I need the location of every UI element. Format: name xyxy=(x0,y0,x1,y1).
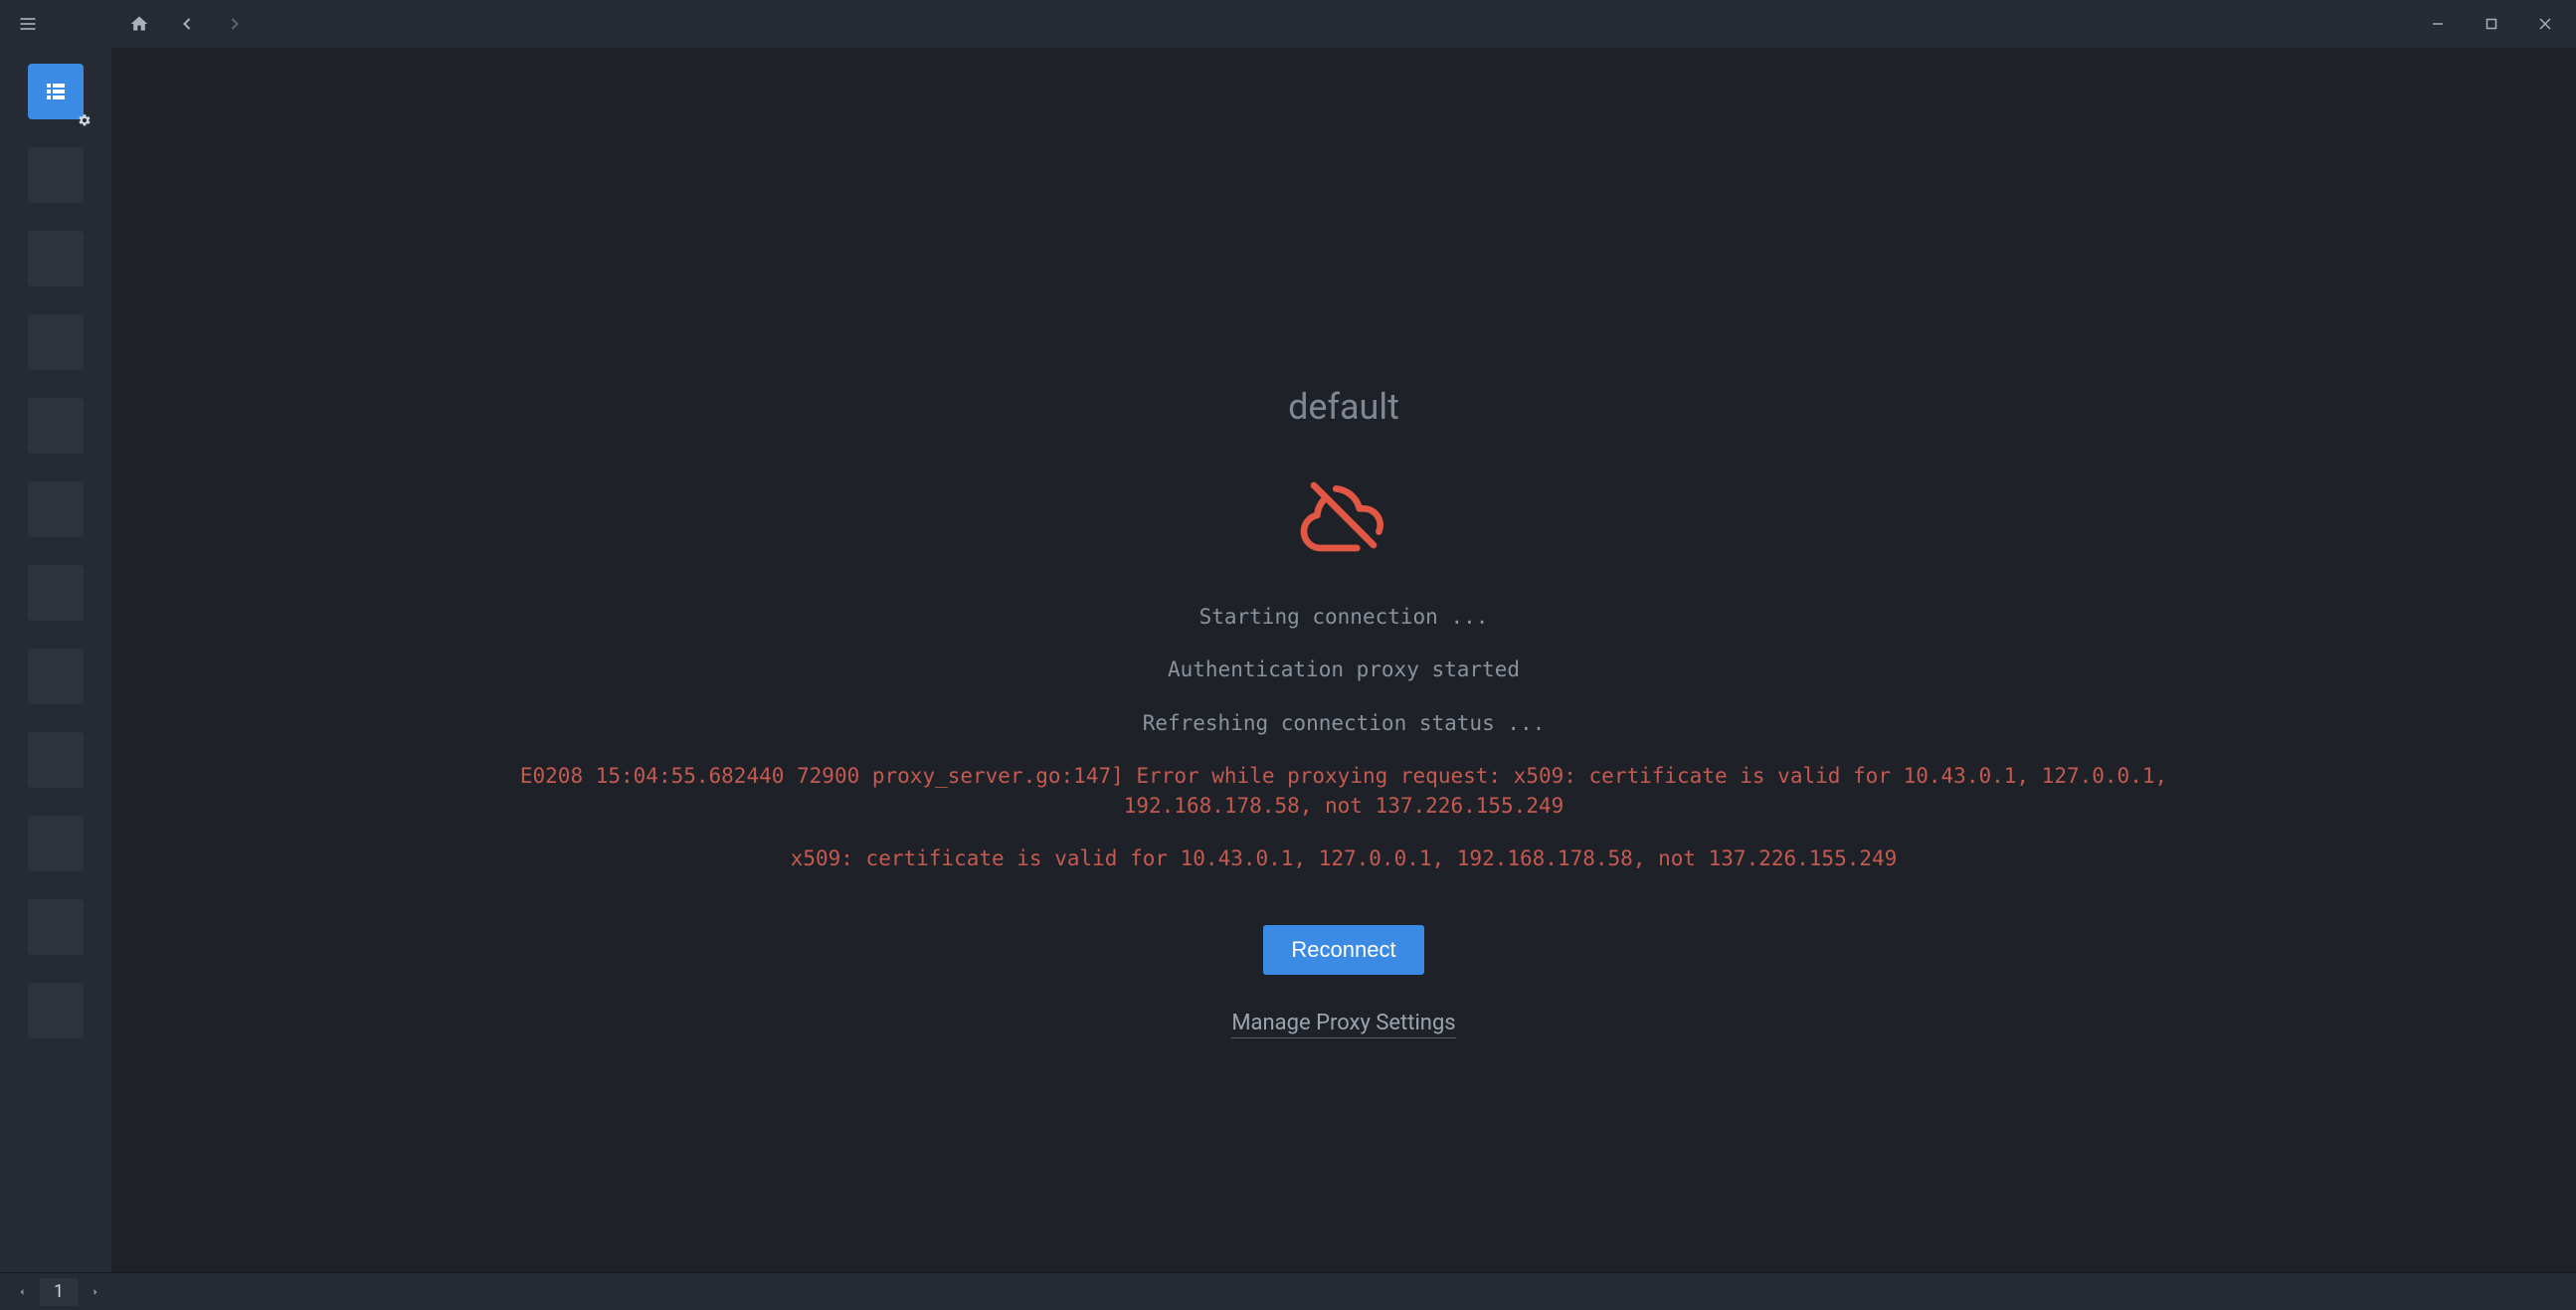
log-line: E0208 15:04:55.682440 72900 proxy_server… xyxy=(449,762,2239,821)
window-controls xyxy=(2415,8,2568,40)
close-icon xyxy=(2539,18,2551,30)
list-icon xyxy=(44,80,68,103)
rail-item-10[interactable] xyxy=(28,899,84,955)
maximize-button[interactable] xyxy=(2469,8,2514,40)
rail-item-5[interactable] xyxy=(28,481,84,537)
main-area: default Starting connection ... Authentic… xyxy=(0,48,2576,1272)
rail-item-9[interactable] xyxy=(28,816,84,871)
rail-item-6[interactable] xyxy=(28,565,84,621)
log-line: Refreshing connection status ... xyxy=(449,709,2239,738)
arrow-left-icon xyxy=(177,14,197,34)
rail-item-8[interactable] xyxy=(28,732,84,788)
caret-left-icon xyxy=(16,1286,28,1298)
rail-item-4[interactable] xyxy=(28,398,84,454)
home-button[interactable] xyxy=(119,4,159,44)
connection-name: default xyxy=(1288,386,1399,428)
menu-button[interactable] xyxy=(8,4,48,44)
home-icon xyxy=(129,14,149,34)
content: default Starting connection ... Authentic… xyxy=(111,48,2576,1272)
caret-right-icon xyxy=(90,1286,101,1298)
gear-icon xyxy=(78,113,93,129)
page-prev-button[interactable] xyxy=(8,1278,36,1306)
titlebar xyxy=(0,0,2576,48)
titlebar-left xyxy=(8,4,255,44)
maximize-icon xyxy=(2485,18,2497,30)
statusbar: 1 xyxy=(0,1272,2576,1310)
manage-proxy-link[interactable]: Manage Proxy Settings xyxy=(1231,1011,1455,1038)
rail-item-1[interactable] xyxy=(28,147,84,203)
cloud-off-icon xyxy=(1292,475,1395,555)
back-button[interactable] xyxy=(167,4,207,44)
log-line: Authentication proxy started xyxy=(449,655,2239,684)
rail-item-2[interactable] xyxy=(28,231,84,286)
left-rail xyxy=(0,48,111,1272)
forward-button[interactable] xyxy=(215,4,255,44)
rail-item-3[interactable] xyxy=(28,314,84,370)
rail-item-7[interactable] xyxy=(28,649,84,704)
minimize-icon xyxy=(2432,18,2444,30)
hamburger-icon xyxy=(18,14,38,34)
arrow-right-icon xyxy=(225,14,245,34)
page-number: 1 xyxy=(40,1278,78,1306)
reconnect-button[interactable]: Reconnect xyxy=(1263,925,1423,975)
log-container: Starting connection ... Authentication pr… xyxy=(449,603,2239,897)
page-next-button[interactable] xyxy=(82,1278,109,1306)
nav-group xyxy=(119,4,255,44)
minimize-button[interactable] xyxy=(2415,8,2461,40)
log-line: x509: certificate is valid for 10.43.0.1… xyxy=(449,844,2239,873)
rail-item-overview[interactable] xyxy=(28,64,84,119)
rail-item-11[interactable] xyxy=(28,983,84,1038)
close-button[interactable] xyxy=(2522,8,2568,40)
log-line: Starting connection ... xyxy=(449,603,2239,632)
